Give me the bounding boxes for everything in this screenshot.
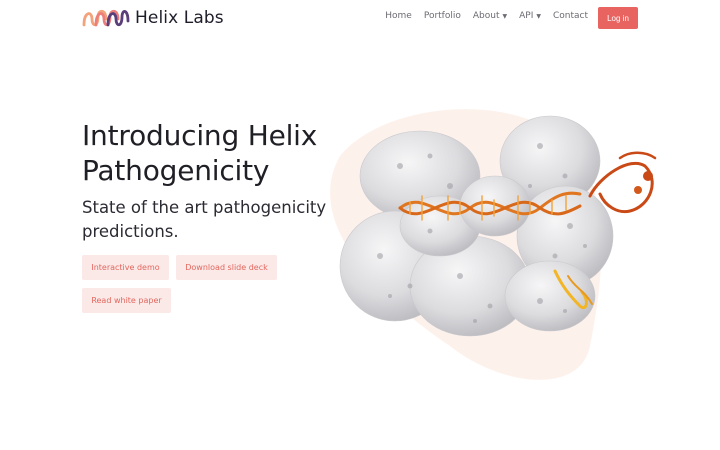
nav-item-label: Home bbox=[385, 11, 412, 21]
nav-item-label: Contact bbox=[552, 11, 588, 21]
brand-name: Helix Labs bbox=[135, 8, 224, 28]
login-button[interactable]: Log in bbox=[598, 7, 638, 29]
nav-links: Home Portfolio About ▼ API ▼ Contact bbox=[373, 11, 588, 21]
nav-item-label: API bbox=[519, 11, 534, 21]
read-white-paper-button[interactable]: Read white paper bbox=[82, 288, 171, 313]
nav-item-home[interactable]: Home bbox=[385, 11, 412, 21]
nav-item-label: About bbox=[472, 11, 500, 21]
nav-item-contact[interactable]: Contact bbox=[553, 11, 588, 21]
nav-item-api[interactable]: API ▼ bbox=[519, 11, 541, 21]
interactive-demo-button[interactable]: Interactive demo bbox=[82, 255, 169, 280]
download-slide-deck-button[interactable]: Download slide deck bbox=[176, 255, 277, 280]
top-navbar: Helix Labs Home Portfolio About ▼ API ▼ Co… bbox=[0, 0, 720, 36]
nav-item-label: Portfolio bbox=[423, 11, 461, 21]
caret-down-icon: ▼ bbox=[536, 12, 541, 20]
nav-item-about[interactable]: About ▼ bbox=[473, 11, 507, 21]
protein-dna-complex-illustration bbox=[330, 109, 657, 380]
nav-item-portfolio[interactable]: Portfolio bbox=[424, 11, 461, 21]
brand[interactable]: Helix Labs bbox=[82, 5, 224, 31]
helix-logo-icon bbox=[82, 9, 130, 27]
caret-down-icon: ▼ bbox=[502, 12, 508, 20]
